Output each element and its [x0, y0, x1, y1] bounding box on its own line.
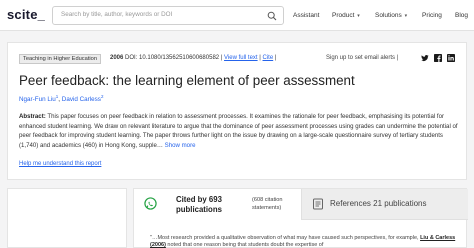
nav-assistant-link[interactable]: Assistant — [293, 12, 319, 19]
meta-separator: | — [259, 55, 261, 61]
nav-solutions-label: Solutions — [375, 12, 402, 19]
nav-product-label: Product — [332, 12, 355, 19]
abstract-text: This paper focuses on peer feedback in r… — [19, 113, 458, 149]
tab-cited-by[interactable]: Cited by 693 publications (608 citation … — [134, 189, 301, 220]
email-alerts-label: Sign up to set email alerts — [326, 55, 396, 61]
nav-blog-link[interactable]: Blog — [455, 12, 468, 19]
top-navigation-bar: scite_ Search by title, author, keywords… — [0, 0, 474, 31]
abstract: Abstract: This paper focuses on peer fee… — [19, 112, 459, 150]
chevron-down-icon: ▾ — [404, 13, 408, 19]
meta-separator: | — [274, 55, 277, 61]
paper-meta: 2006 DOI: 10.1080/13562510600680582 | Vi… — [110, 55, 276, 61]
chevron-down-icon: ▾ — [357, 13, 360, 19]
paper-card: Teaching in Higher Education 2006 DOI: 1… — [7, 42, 467, 180]
facebook-icon[interactable] — [434, 54, 442, 62]
search-box[interactable]: Search by title, author, keywords or DOI — [52, 6, 284, 25]
alerts-separator: | — [396, 55, 399, 61]
citations-panel: Cited by 693 publications (608 citation … — [133, 188, 468, 248]
meta-separator: | — [220, 55, 223, 61]
tab-references[interactable]: References 21 publications — [301, 189, 468, 220]
snippet-text-end: noted that one reason being that student… — [165, 242, 324, 248]
view-full-text-link[interactable]: View full text — [224, 55, 258, 61]
scite-logo[interactable]: scite_ — [7, 7, 45, 22]
author-link[interactable]: David Carless2 — [61, 94, 104, 104]
cited-by-count: Cited by 693 publications — [176, 195, 222, 214]
abstract-label: Abstract: — [19, 113, 46, 120]
author-list: Ngar-Fun Liu1, David Carless2 — [19, 94, 103, 103]
author-link[interactable]: Ngar-Fun Liu1 — [19, 94, 58, 104]
email-alerts-link[interactable]: Sign up to set email alerts | — [326, 55, 398, 61]
cite-link[interactable]: Cite — [263, 55, 274, 61]
publication-year: 2006 — [110, 55, 124, 61]
help-understand-report-link[interactable]: Help me understand this report — [19, 161, 101, 167]
author-name: David Carless — [61, 96, 101, 104]
quote-icon — [144, 197, 157, 210]
search-input[interactable]: Search by title, author, keywords or DOI — [61, 11, 172, 18]
citation-statements-count: (608 citation statements) — [252, 197, 283, 211]
author-name: Ngar-Fun Liu — [19, 96, 56, 104]
nav-solutions-menu[interactable]: Solutions ▾ — [375, 12, 407, 19]
nav-pricing-link[interactable]: Pricing — [422, 12, 442, 19]
author-separator: , — [58, 96, 61, 104]
reference-icon — [313, 198, 323, 210]
references-count: References 21 publications — [330, 199, 427, 208]
linkedin-icon[interactable] — [447, 54, 455, 62]
side-panel — [7, 188, 127, 248]
snippet-text: "…Most research provided a qualitative o… — [150, 235, 421, 241]
show-more-link[interactable]: Show more — [165, 142, 196, 149]
search-icon[interactable] — [267, 11, 277, 21]
nav-product-menu[interactable]: Product ▾ — [332, 12, 360, 19]
author-affiliation: 2 — [100, 94, 104, 99]
paper-title: Peer feedback: the learning element of p… — [19, 73, 355, 88]
journal-badge[interactable]: Teaching in Higher Education — [19, 54, 101, 64]
twitter-icon[interactable] — [421, 54, 429, 62]
doi: DOI: 10.1080/13562510600680582 — [125, 55, 220, 61]
citation-snippet: "…Most research provided a qualitative o… — [150, 235, 460, 248]
